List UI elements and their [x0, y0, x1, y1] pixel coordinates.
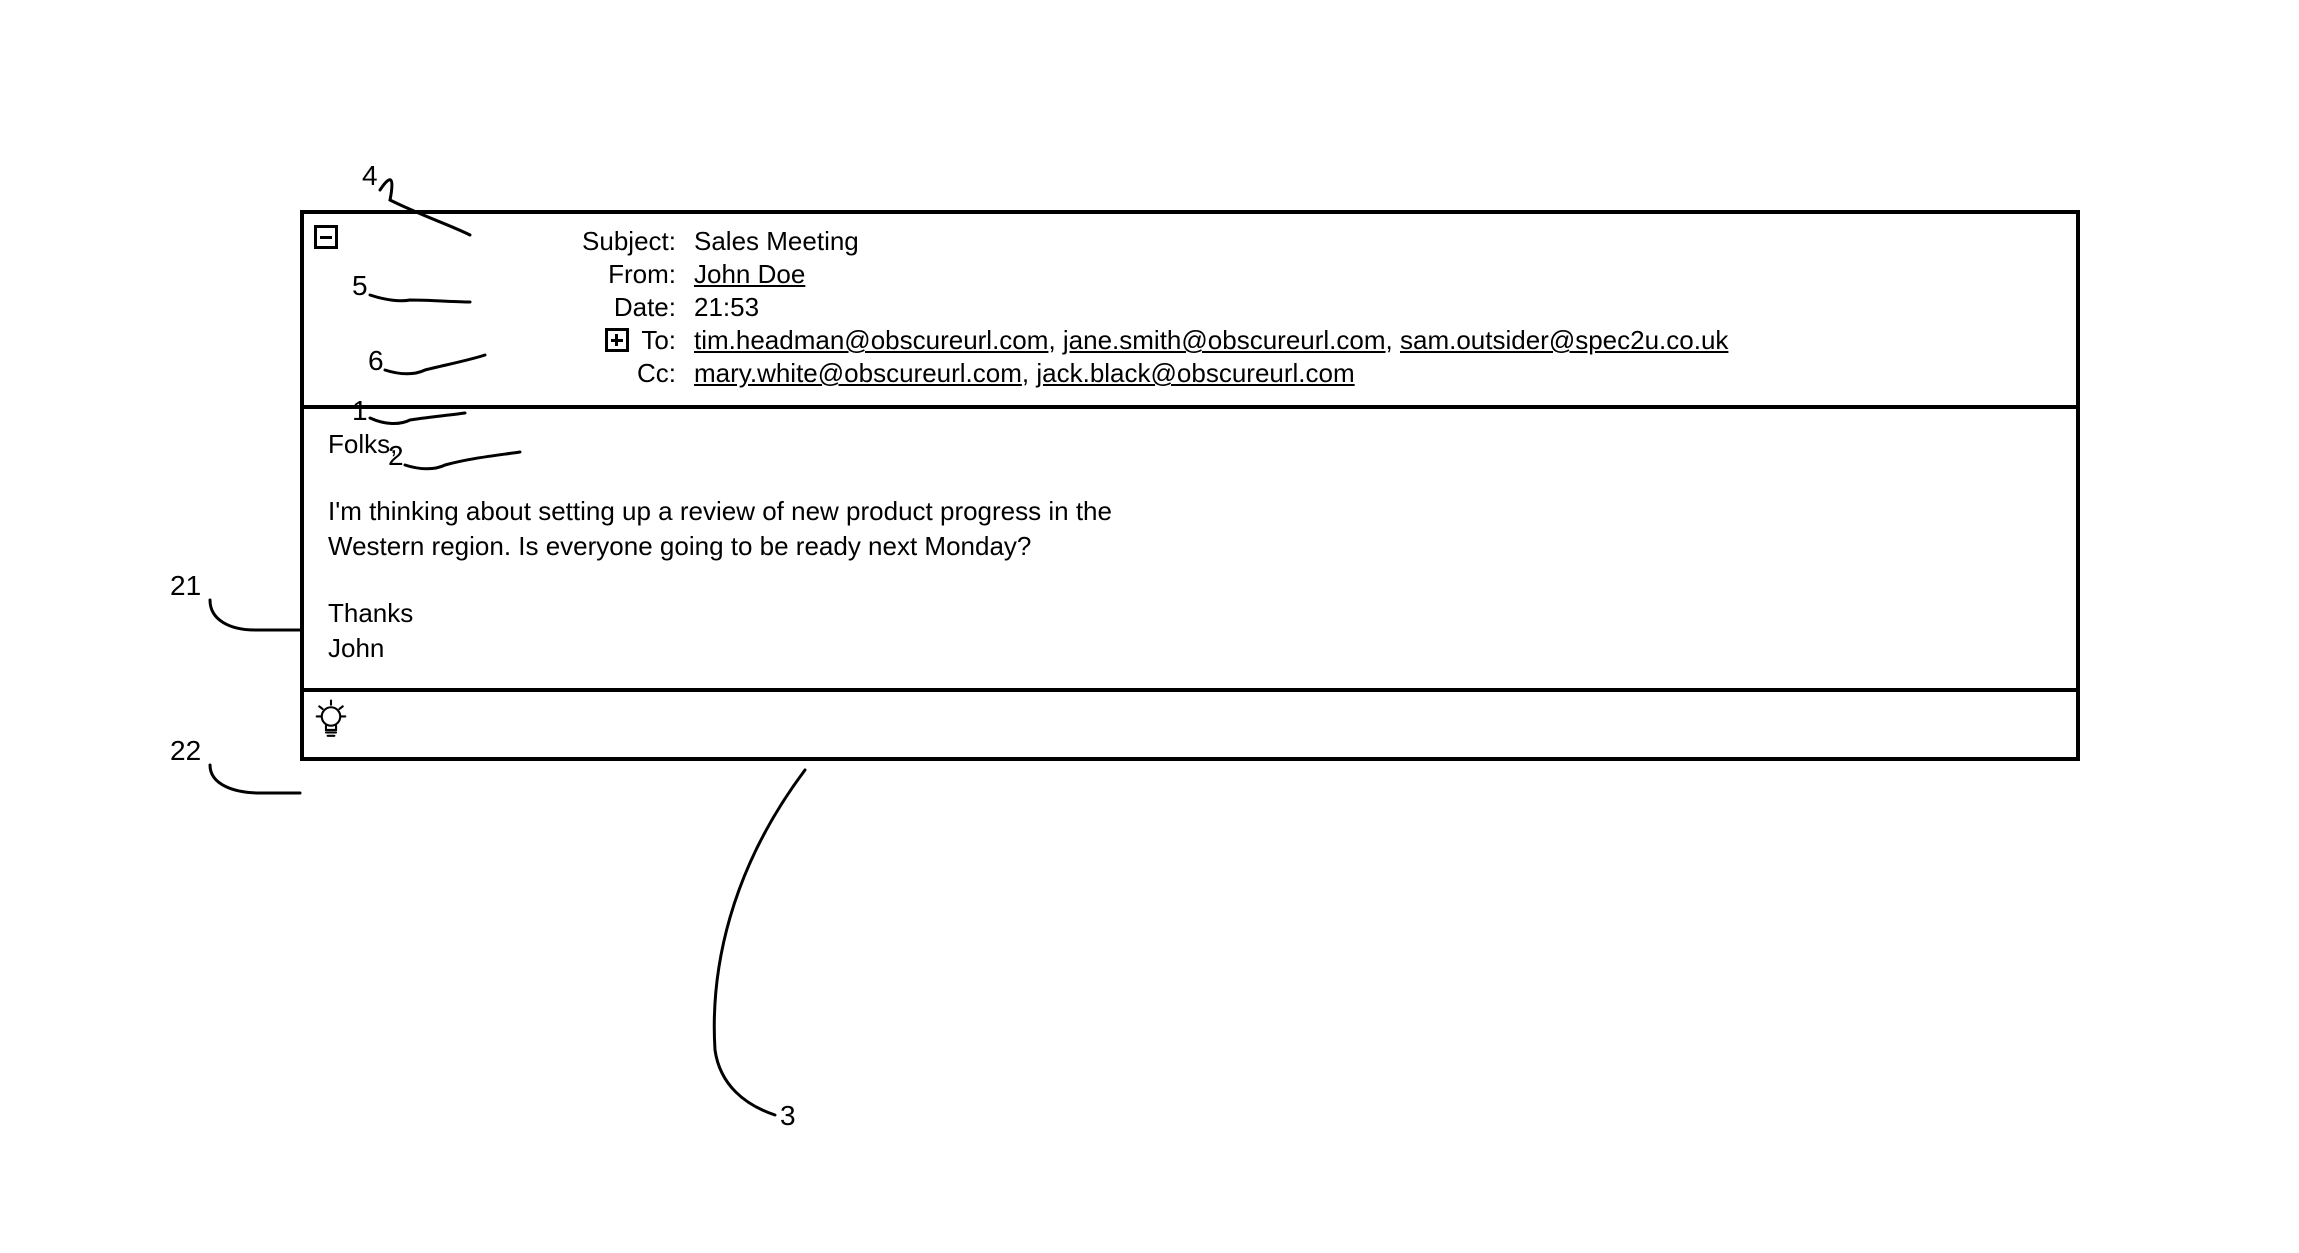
- body-line-2: Western region. Is everyone going to be …: [328, 531, 1031, 561]
- expand-to-button[interactable]: [605, 328, 629, 352]
- subject-label: Subject:: [324, 226, 694, 257]
- callout-1: 1: [352, 395, 368, 427]
- figure-stage: Subject: Sales Meeting From: John Doe Da…: [0, 0, 2299, 1253]
- email-body-pane: Folks, I'm thinking about setting up a r…: [304, 409, 2076, 692]
- body-paragraph-1: I'm thinking about setting up a review o…: [328, 494, 2052, 564]
- body-greeting: Folks,: [328, 427, 2052, 462]
- callout-3: 3: [780, 1100, 796, 1132]
- callout-5: 5: [352, 270, 368, 302]
- suggestion-bar: [304, 692, 2076, 757]
- lightbulb-icon[interactable]: [314, 716, 348, 746]
- callout-4: 4: [362, 160, 378, 192]
- callout-22: 22: [170, 735, 201, 767]
- closing-line-1: Thanks: [328, 598, 413, 628]
- to-address-2[interactable]: sam.outsider@spec2u.co.uk: [1400, 325, 1728, 355]
- cc-address-1[interactable]: jack.black@obscureurl.com: [1036, 358, 1354, 388]
- callout-21: 21: [170, 570, 201, 602]
- body-closing: Thanks John: [328, 596, 2052, 666]
- date-value: 21:53: [694, 292, 2056, 323]
- body-line-1: I'm thinking about setting up a review o…: [328, 496, 1112, 526]
- from-label: From:: [324, 259, 694, 290]
- to-row: To: tim.headman@obscureurl.com, jane.smi…: [324, 325, 2056, 356]
- cc-row: Cc: mary.white@obscureurl.com, jack.blac…: [324, 358, 2056, 389]
- from-row: From: John Doe: [324, 259, 2056, 290]
- subject-row: Subject: Sales Meeting: [324, 226, 2056, 257]
- date-label: Date:: [324, 292, 694, 323]
- email-header-pane: Subject: Sales Meeting From: John Doe Da…: [304, 214, 2076, 409]
- date-row: Date: 21:53: [324, 292, 2056, 323]
- email-window: Subject: Sales Meeting From: John Doe Da…: [300, 210, 2080, 761]
- cc-address-0[interactable]: mary.white@obscureurl.com: [694, 358, 1022, 388]
- callout-2: 2: [388, 440, 404, 472]
- to-label: To:: [641, 325, 676, 355]
- to-recipients: tim.headman@obscureurl.com, jane.smith@o…: [694, 325, 2056, 356]
- closing-line-2: John: [328, 633, 384, 663]
- to-address-1[interactable]: jane.smith@obscureurl.com: [1063, 325, 1386, 355]
- cc-recipients: mary.white@obscureurl.com, jack.black@ob…: [694, 358, 2056, 389]
- callout-6: 6: [368, 345, 384, 377]
- to-address-0[interactable]: tim.headman@obscureurl.com: [694, 325, 1048, 355]
- from-value[interactable]: John Doe: [694, 259, 805, 289]
- collapse-header-button[interactable]: [314, 222, 344, 253]
- subject-value: Sales Meeting: [694, 226, 2056, 257]
